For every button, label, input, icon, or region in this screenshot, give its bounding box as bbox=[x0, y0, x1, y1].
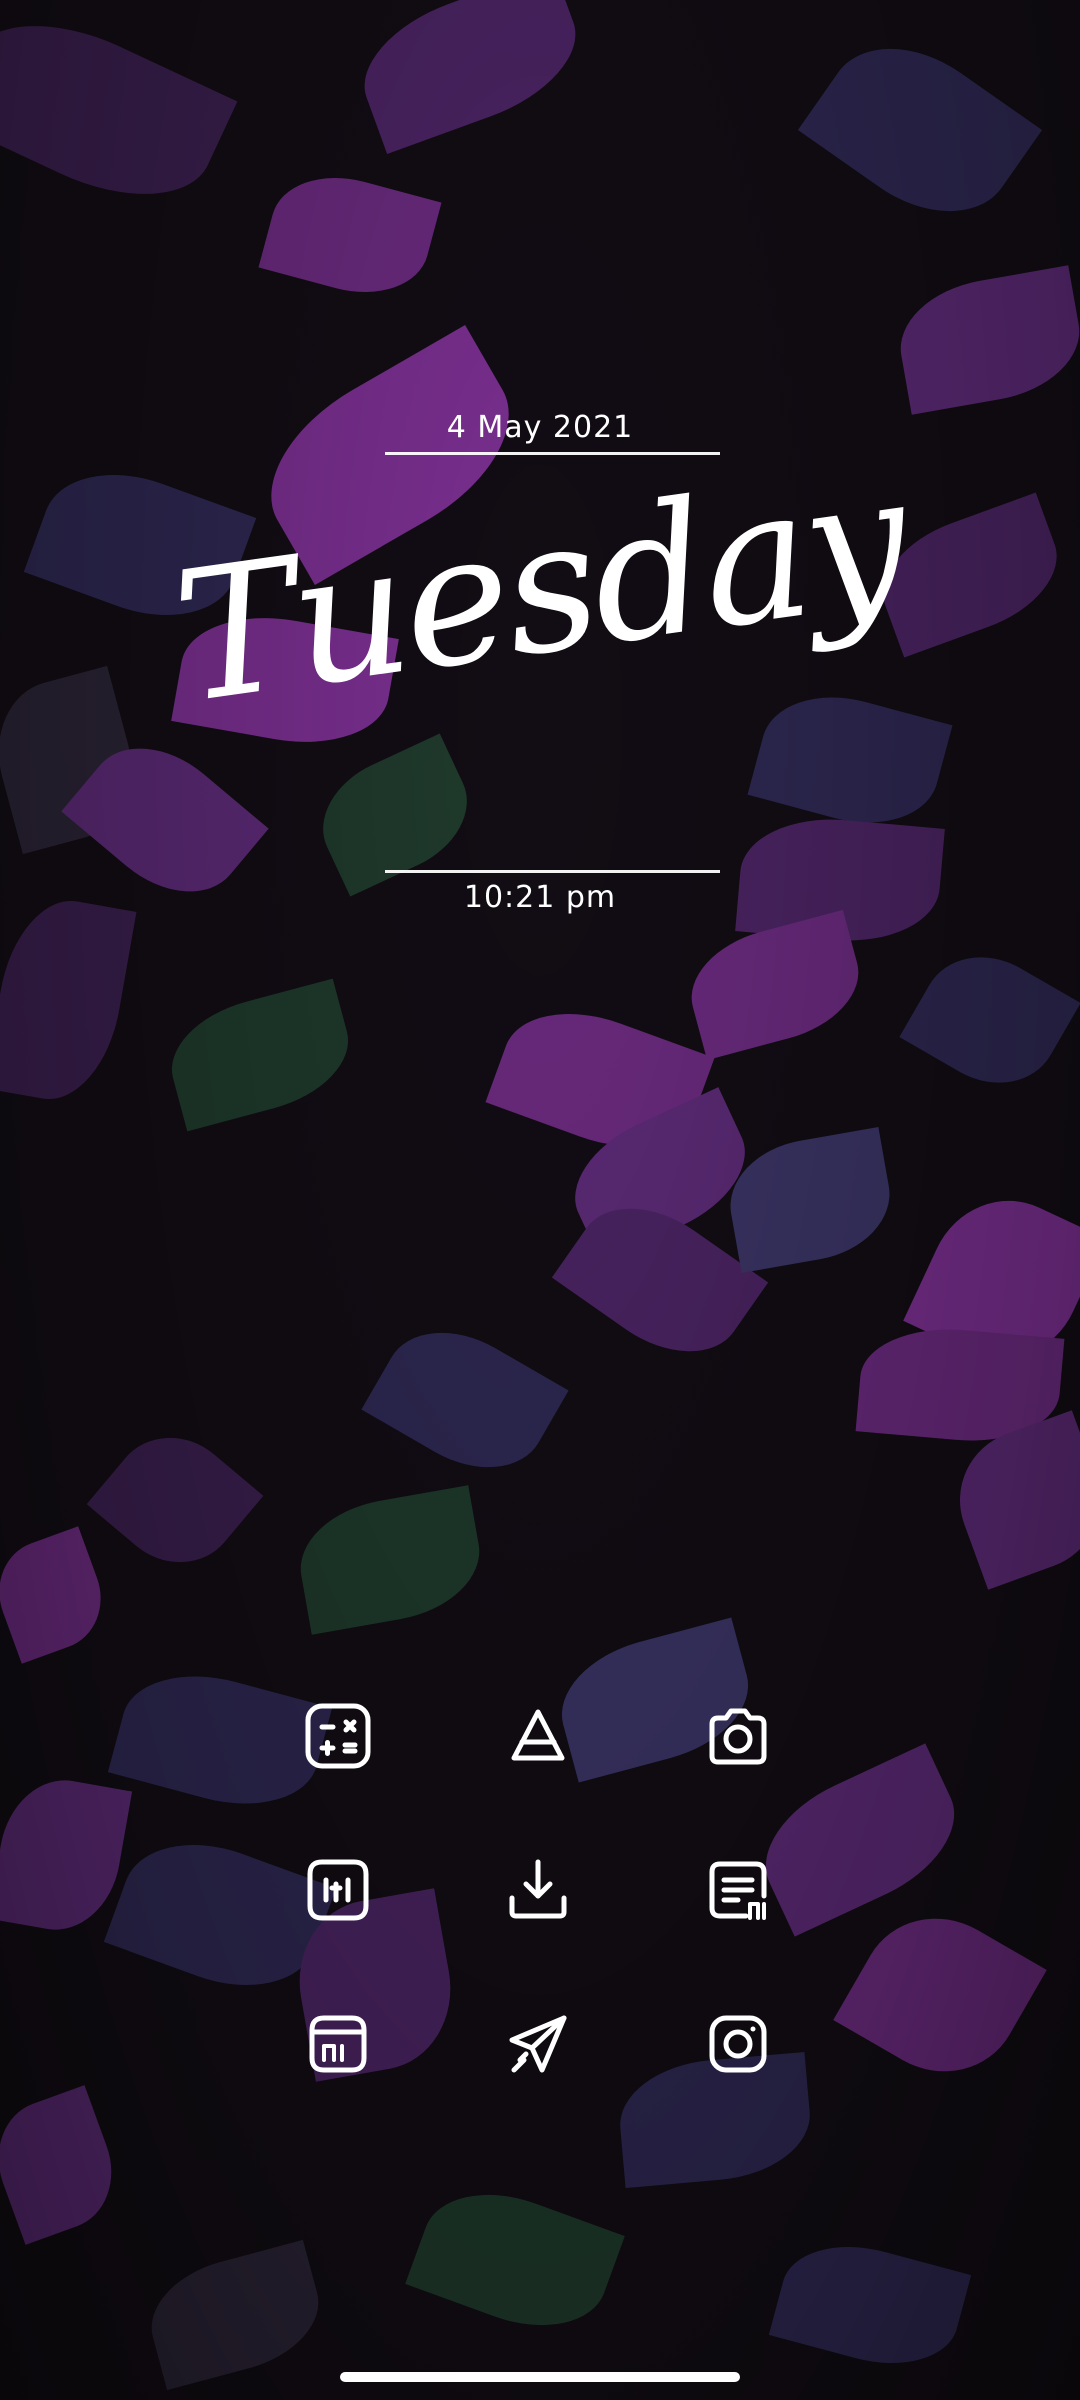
bottom-divider bbox=[385, 870, 720, 873]
app-download[interactable] bbox=[490, 1844, 586, 1940]
mi-notes-icon bbox=[702, 1854, 774, 1930]
top-divider bbox=[385, 452, 720, 455]
app-mi-notes[interactable] bbox=[690, 1844, 786, 1940]
app-mi-file-manager[interactable] bbox=[290, 1998, 386, 2094]
time-label: 10:21 pm bbox=[463, 880, 617, 915]
instagram-icon bbox=[702, 2008, 774, 2084]
triangle-app-icon bbox=[502, 1700, 574, 1776]
app-instagram[interactable] bbox=[690, 1998, 786, 2094]
day-label: Tuesday bbox=[163, 435, 917, 744]
mi-file-manager-icon bbox=[302, 2008, 374, 2084]
app-screen-recorder[interactable] bbox=[290, 1844, 386, 1940]
app-send[interactable] bbox=[490, 1998, 586, 2094]
camera-icon bbox=[702, 1700, 774, 1776]
date-time-widget[interactable]: 4 May 2021 Tuesday 10:21 pm bbox=[0, 380, 1080, 940]
screen-recorder-icon bbox=[302, 1854, 374, 1930]
date-label: 4 May 2021 bbox=[446, 410, 634, 445]
app-calculator[interactable] bbox=[290, 1690, 386, 1786]
download-icon bbox=[502, 1854, 574, 1930]
calculator-icon bbox=[302, 1700, 374, 1776]
send-icon bbox=[502, 2008, 574, 2084]
app-camera[interactable] bbox=[690, 1690, 786, 1786]
app-grid bbox=[0, 1690, 1080, 2090]
app-triangle[interactable] bbox=[490, 1690, 586, 1786]
home-indicator[interactable] bbox=[340, 2372, 740, 2382]
